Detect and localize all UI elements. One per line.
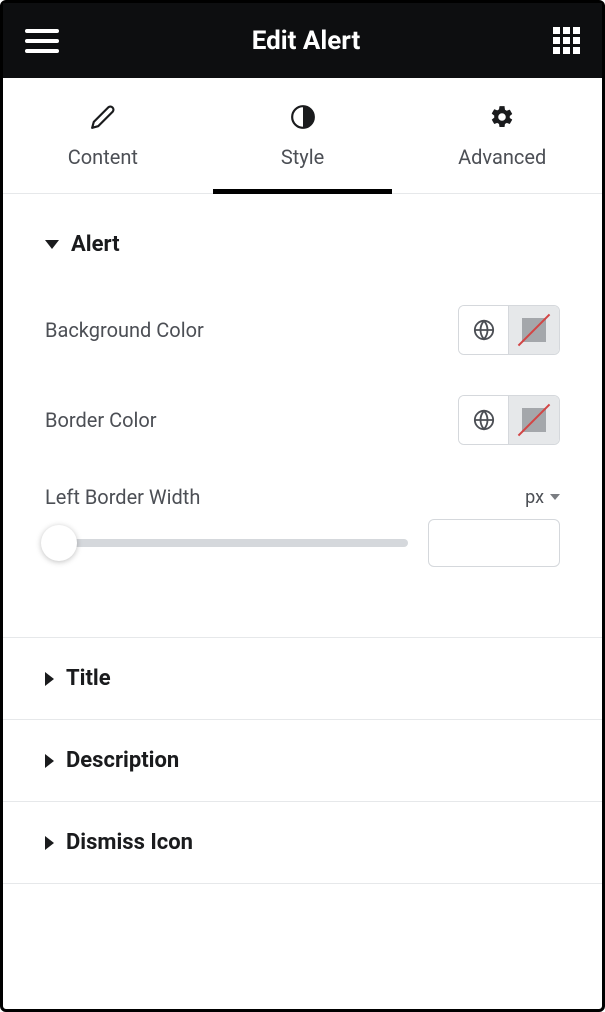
unit-select[interactable]: px: [525, 487, 560, 508]
chevron-down-icon: [550, 494, 560, 500]
color-swatch[interactable]: [509, 306, 559, 354]
section-title: Title: [3, 638, 602, 720]
unit-label: px: [525, 487, 544, 508]
background-color-label: Background Color: [45, 318, 204, 342]
gear-icon: [488, 103, 516, 131]
section-description-title: Description: [66, 748, 179, 773]
section-alert-title: Alert: [71, 232, 120, 257]
left-border-width-slider-row: [45, 515, 560, 577]
border-color-picker[interactable]: [458, 395, 560, 445]
slider[interactable]: [45, 523, 408, 563]
section-title-header[interactable]: Title: [3, 638, 602, 719]
section-alert-header[interactable]: Alert: [3, 194, 602, 285]
background-color-picker[interactable]: [458, 305, 560, 355]
panel-title: Edit Alert: [252, 26, 361, 56]
tab-content[interactable]: Content: [3, 78, 203, 193]
panel-header: Edit Alert: [3, 3, 602, 78]
section-dismiss-icon-title: Dismiss Icon: [66, 830, 193, 855]
section-dismiss-icon-header[interactable]: Dismiss Icon: [3, 802, 602, 883]
border-color-label: Border Color: [45, 408, 157, 432]
tab-advanced[interactable]: Advanced: [402, 78, 602, 193]
pencil-icon: [89, 103, 117, 131]
tab-style[interactable]: Style: [203, 78, 403, 193]
chevron-right-icon: [45, 672, 54, 686]
globe-icon[interactable]: [459, 306, 509, 354]
section-alert-controls: Background Color Border Color: [3, 285, 602, 637]
tab-content-label: Content: [68, 145, 138, 169]
section-title-title: Title: [66, 666, 111, 691]
chevron-down-icon: [45, 240, 59, 249]
section-dismiss-icon: Dismiss Icon: [3, 802, 602, 884]
menu-icon[interactable]: [25, 29, 59, 53]
apps-grid-icon[interactable]: [553, 27, 580, 54]
tab-advanced-label: Advanced: [458, 145, 546, 169]
slider-thumb[interactable]: [41, 525, 77, 561]
section-description: Description: [3, 720, 602, 802]
contrast-icon: [289, 103, 317, 131]
control-border-color: Border Color: [45, 375, 560, 465]
globe-icon[interactable]: [459, 396, 509, 444]
color-swatch[interactable]: [509, 396, 559, 444]
section-alert: Alert Background Color B: [3, 194, 602, 638]
slider-value-input[interactable]: [428, 519, 560, 567]
chevron-right-icon: [45, 754, 54, 768]
tab-style-label: Style: [281, 145, 324, 169]
control-background-color: Background Color: [45, 285, 560, 375]
left-border-width-label: Left Border Width: [45, 485, 200, 509]
chevron-right-icon: [45, 836, 54, 850]
tabs: Content Style Advanced: [3, 78, 602, 194]
control-left-border-width: Left Border Width px: [45, 465, 560, 515]
section-description-header[interactable]: Description: [3, 720, 602, 801]
